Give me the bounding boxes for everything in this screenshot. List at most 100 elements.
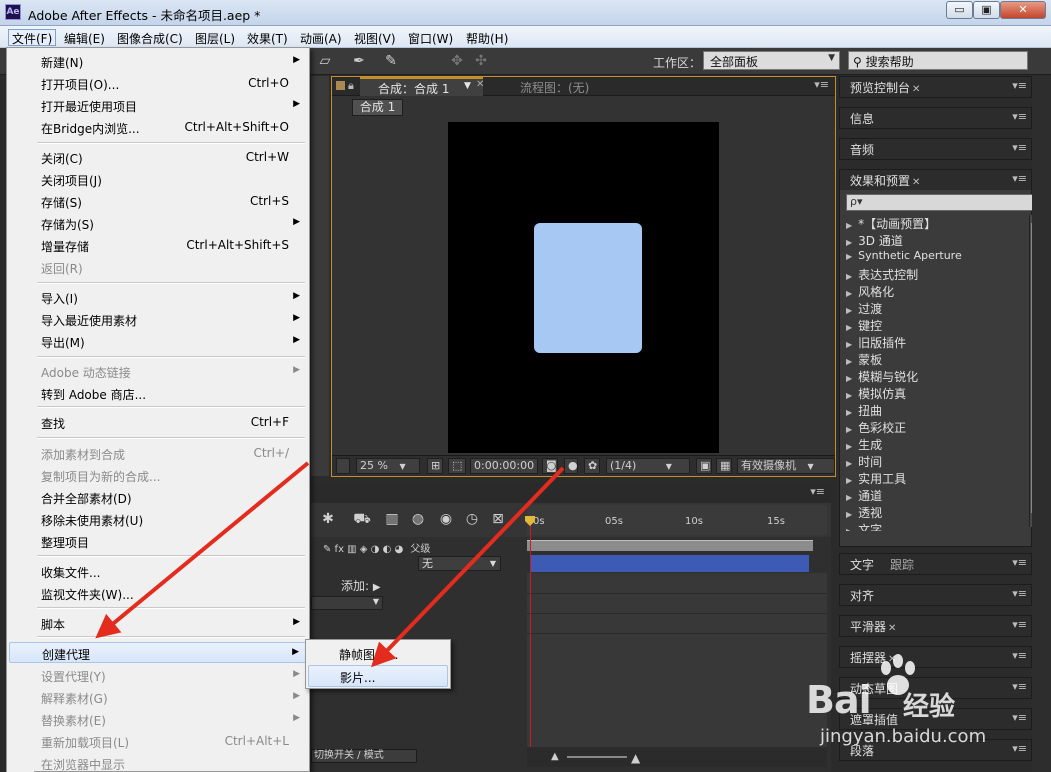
tab-flowchart[interactable]: 流程图：(无) — [520, 79, 589, 96]
tab-composition[interactable]: 合成：合成 1 ▼ — [360, 77, 483, 96]
timecode-display[interactable]: 0:00:00:00 — [470, 458, 538, 474]
expand-triangle-icon[interactable]: ▶ — [846, 323, 852, 332]
panel-menu-icon[interactable]: ▾≡ — [1012, 556, 1027, 569]
blend-mode-select[interactable]: ▼ — [311, 596, 383, 610]
effects-list-item[interactable]: ▶ 模糊与锐化 — [840, 368, 1028, 385]
panel-menu-icon[interactable]: ▾≡ — [1012, 172, 1027, 185]
expand-triangle-icon[interactable]: ▶ — [846, 374, 852, 383]
motion-blur-icon[interactable]: ◍ — [407, 509, 429, 529]
effects-list-item[interactable]: ▶ 通道 — [840, 487, 1028, 504]
mask-icon[interactable]: ⬚ — [448, 458, 466, 474]
file-menu-item[interactable]: 导入最近使用素材 ▶ — [9, 309, 307, 330]
file-menu-item[interactable]: 打开项目(O)... Ctrl+O — [9, 73, 307, 94]
expand-triangle-icon[interactable]: ▶ — [846, 527, 852, 531]
effects-list-item[interactable]: ▶ 风格化 — [840, 283, 1028, 300]
file-menu-item[interactable]: 关闭项目(J) — [9, 169, 307, 190]
close-icon[interactable]: ✕ — [476, 79, 484, 90]
expand-triangle-icon[interactable]: ▶ — [846, 306, 852, 315]
expand-triangle-icon[interactable]: ▶ — [846, 442, 852, 451]
expand-triangle-icon[interactable]: ▶ — [846, 340, 852, 349]
effects-list-item[interactable]: ▶ 透视 — [840, 504, 1028, 521]
file-menu-item[interactable]: 创建代理 ▶ — [9, 642, 307, 663]
file-menu-item[interactable]: 移除未使用素材(U) — [9, 509, 307, 530]
effects-list-item[interactable]: ▶ 蒙板 — [840, 351, 1028, 368]
panel-menu-icon[interactable]: ▾≡ — [1012, 110, 1027, 123]
panel-menu-icon[interactable]: ▾≡ — [1012, 587, 1027, 600]
camera-select[interactable]: 有效摄像机 ▼ — [737, 458, 835, 474]
graph-editor-icon[interactable]: ⊠ — [487, 509, 509, 529]
maximize-button[interactable]: ▣ — [973, 1, 1000, 19]
file-menu-item[interactable]: 转到 Adobe 商店... — [9, 383, 307, 404]
file-menu-item[interactable]: 脚本 ▶ — [9, 613, 307, 634]
current-time-indicator[interactable] — [530, 518, 531, 755]
panel-text-header[interactable]: 文字 跟踪 ▾≡ — [840, 554, 1031, 574]
minimize-button[interactable]: ▭ — [946, 1, 973, 19]
zoom-in-icon[interactable]: ▲ — [631, 751, 640, 765]
tab-tracker[interactable]: 跟踪 — [890, 558, 914, 572]
panel-preview-header[interactable]: 预览控制台 ✕ ▾≡ — [840, 77, 1031, 97]
file-menu-item[interactable]: 存储为(S) ▶ — [9, 213, 307, 234]
effects-list-item[interactable]: ▶ 模拟仿真 — [840, 385, 1028, 402]
panel-menu-icon[interactable]: ▾≡ — [1012, 79, 1027, 92]
time-ruler[interactable]: 0s 05s 10s 15s — [527, 505, 827, 535]
menu-file[interactable]: 文件(F) — [8, 29, 57, 46]
file-menu-item[interactable]: 整理项目 — [9, 531, 307, 552]
file-menu-item[interactable]: 导出(M) ▶ — [9, 331, 307, 352]
expand-triangle-icon[interactable]: ▶ — [846, 238, 852, 247]
expand-triangle-icon[interactable]: ▶ — [846, 493, 852, 502]
panel-effects-header[interactable]: 效果和预置 ✕ ▾≡ — [840, 170, 1031, 190]
comp-subtab[interactable]: 合成 1 — [352, 99, 403, 116]
panel-menu-icon[interactable]: ▾≡ — [1012, 141, 1027, 154]
effects-search-input[interactable]: ρ▾ — [846, 194, 1039, 211]
close-icon[interactable]: ✕ — [888, 623, 896, 634]
search-help-input[interactable]: ⚲ 搜索帮助 — [848, 51, 1028, 70]
work-area-bar[interactable] — [527, 540, 813, 551]
region-icon[interactable] — [336, 458, 350, 474]
chevron-down-icon[interactable]: ▼ — [464, 81, 471, 91]
expand-triangle-icon[interactable]: ▶ — [846, 408, 852, 417]
add-property-label[interactable]: 添加: ▶ — [341, 577, 381, 594]
menu-view[interactable]: 视图(V) — [350, 29, 400, 46]
effects-list-item[interactable]: ▶ 旧版插件 — [840, 334, 1028, 351]
snapshot-icon[interactable]: ● — [564, 458, 578, 474]
workspace-select[interactable]: 全部面板 ▼ — [703, 51, 840, 70]
panel-smoother-header[interactable]: 平滑器 ✕ ▾≡ — [840, 616, 1031, 636]
roi-icon[interactable]: ▣ — [696, 458, 712, 474]
effects-list-item[interactable]: ▶ 过渡 — [840, 300, 1028, 317]
panel-menu-icon[interactable]: ▾≡ — [1012, 618, 1027, 631]
panel-menu-icon[interactable]: ▾≡ — [814, 78, 829, 91]
menu-help[interactable]: 帮助(H) — [462, 29, 512, 46]
panel-menu-icon[interactable]: ▾≡ — [1012, 711, 1027, 724]
pen-tool-icon[interactable]: ✒ — [348, 51, 370, 71]
lock-icon[interactable]: 🔒︎ — [348, 79, 354, 93]
puppet-tool-icon[interactable]: ✣ — [470, 51, 492, 71]
expand-triangle-icon[interactable]: ▶ — [846, 272, 852, 281]
menu-animation[interactable]: 动画(A) — [296, 29, 346, 46]
tab-text[interactable]: 文字 — [850, 558, 874, 572]
effects-list-item[interactable]: ▶ 扭曲 — [840, 402, 1028, 419]
expand-triangle-icon[interactable]: ▶ — [846, 459, 852, 468]
effects-list-item[interactable]: ▶ 时间 — [840, 453, 1028, 470]
expand-triangle-icon[interactable]: ▶ — [846, 510, 852, 519]
panel-menu-icon[interactable]: ▾≡ — [810, 485, 825, 498]
zoom-out-icon[interactable]: ▲ — [551, 751, 559, 762]
zoom-select[interactable]: 25 % ▼ — [356, 458, 420, 474]
rectangle-tool-icon[interactable]: ▱ — [314, 51, 336, 71]
close-icon[interactable]: ✕ — [912, 177, 920, 188]
grid-icon[interactable]: ⊞ — [427, 458, 443, 474]
file-menu-item[interactable]: 增量存储 Ctrl+Alt+Shift+S — [9, 235, 307, 256]
effects-list-item[interactable]: ▶ 表达式控制 — [840, 266, 1028, 283]
expand-triangle-icon[interactable]: ▶ — [846, 391, 852, 400]
expand-triangle-icon[interactable]: ▶ — [846, 221, 852, 230]
menu-layer[interactable]: 图层(L) — [191, 29, 239, 46]
file-menu-item[interactable]: 存储(S) Ctrl+S — [9, 191, 307, 212]
file-menu-item[interactable]: 查找 Ctrl+F — [9, 412, 307, 433]
effects-list-item[interactable]: ▶ 色彩校正 — [840, 419, 1028, 436]
expand-triangle-icon[interactable]: ▶ — [846, 357, 852, 366]
menu-edit[interactable]: 编辑(E) — [60, 29, 109, 46]
expand-triangle-icon[interactable]: ▶ — [846, 476, 852, 485]
effects-list-item[interactable]: ▶ Synthetic Aperture — [840, 249, 1028, 266]
camera-icon[interactable]: ◙ — [542, 458, 558, 474]
file-menu-item[interactable]: 导入(I) ▶ — [9, 287, 307, 308]
file-menu-item[interactable]: 关闭(C) Ctrl+W — [9, 147, 307, 168]
